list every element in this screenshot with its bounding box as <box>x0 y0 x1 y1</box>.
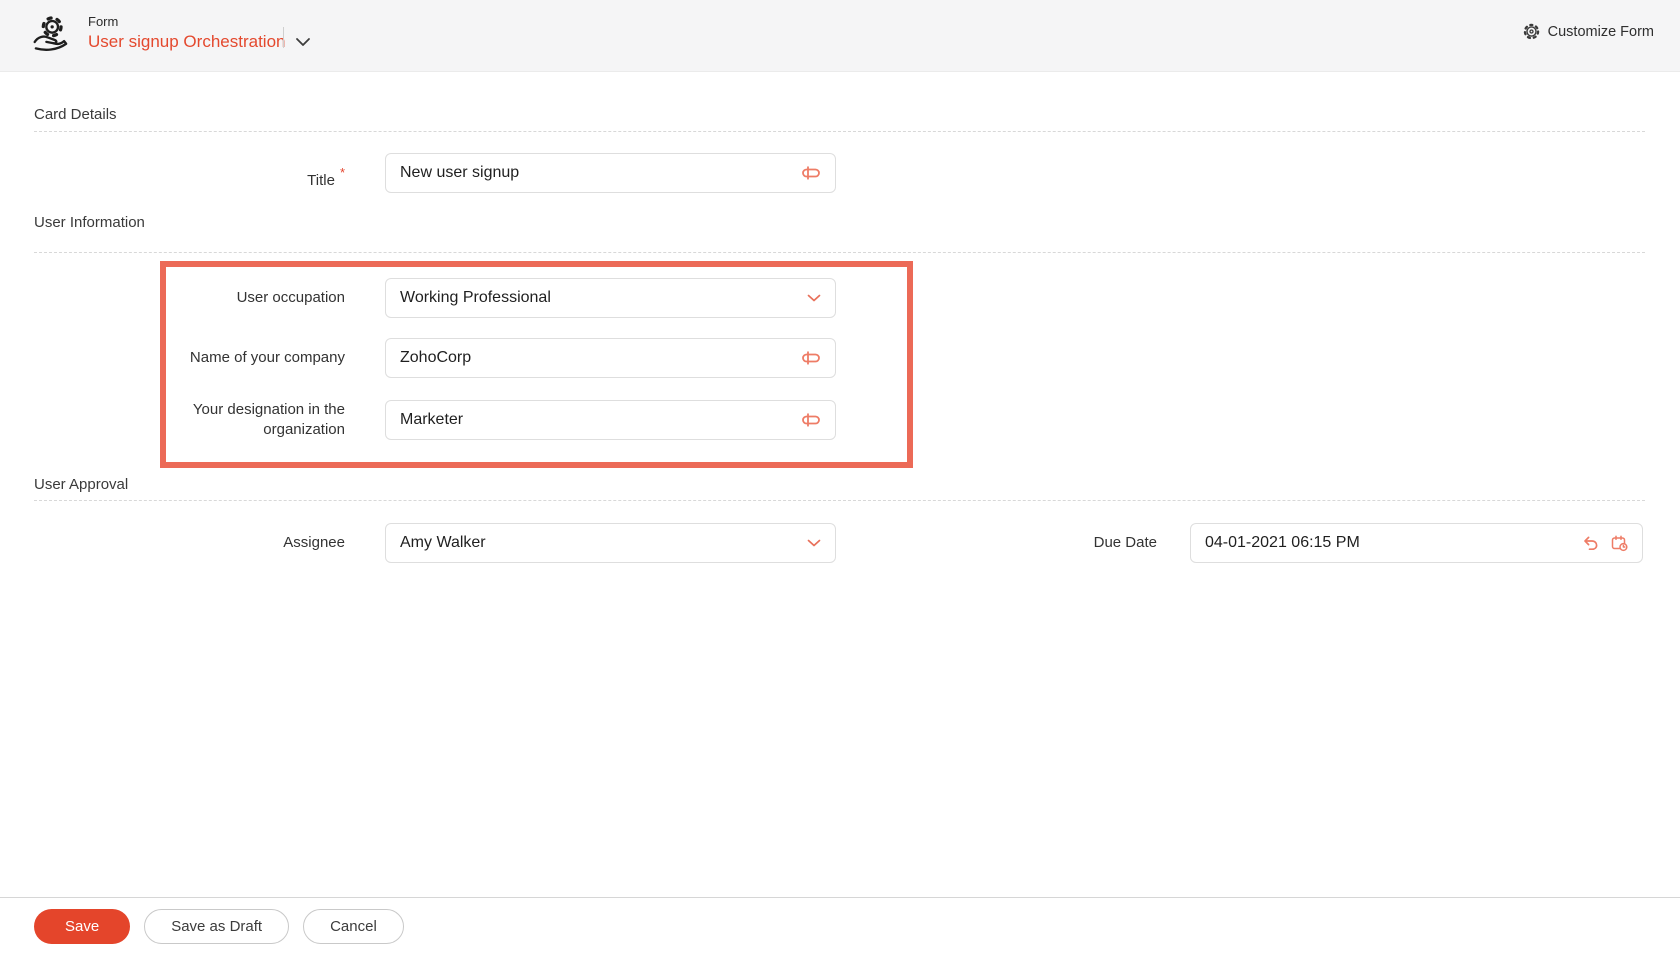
section-heading-user-approval: User Approval <box>34 476 128 493</box>
company-input[interactable]: ZohoCorp <box>385 338 836 378</box>
form-switcher-chevron-down-icon[interactable] <box>295 34 311 44</box>
field-tag-icon[interactable] <box>801 166 821 180</box>
cancel-button[interactable]: Cancel <box>303 909 404 944</box>
designation-value: Marketer <box>400 411 791 429</box>
occupation-select[interactable]: Working Professional <box>385 278 836 318</box>
header-titles: Form User signup Orchestration <box>88 13 285 53</box>
form-page: Form User signup Orchestration Customize… <box>0 0 1680 964</box>
gear-icon <box>1523 23 1540 40</box>
chevron-down-icon[interactable] <box>807 294 821 302</box>
section-heading-user-information: User Information <box>34 214 145 231</box>
due-date-value: 04-01-2021 06:15 PM <box>1205 534 1573 552</box>
field-tag-icon[interactable] <box>801 351 821 365</box>
header-bar: Form User signup Orchestration Customize… <box>0 0 1680 72</box>
footer-actions: Save Save as Draft Cancel <box>34 909 404 944</box>
due-date-input[interactable]: 04-01-2021 06:15 PM <box>1190 523 1643 563</box>
undo-icon[interactable] <box>1581 535 1599 551</box>
designation-field-label: Your designation in the organization <box>165 400 345 440</box>
section-divider <box>34 252 1645 253</box>
section-divider <box>34 500 1645 501</box>
due-date-field-label: Due Date <box>977 533 1157 553</box>
section-heading-card-details: Card Details <box>34 106 117 123</box>
required-asterisk: * <box>340 165 345 180</box>
save-as-draft-button[interactable]: Save as Draft <box>144 909 289 944</box>
customize-form-button[interactable]: Customize Form <box>1523 23 1654 40</box>
save-button[interactable]: Save <box>34 909 130 944</box>
occupation-field-label: User occupation <box>165 288 345 308</box>
title-field-label: Title* <box>165 163 345 191</box>
title-value: New user signup <box>400 164 791 182</box>
orchestration-logo-icon <box>30 14 72 56</box>
app-label: Form <box>88 13 285 30</box>
assignee-field-label: Assignee <box>165 533 345 553</box>
title-input[interactable]: New user signup <box>385 153 836 193</box>
footer-divider <box>0 897 1680 898</box>
section-divider <box>34 131 1645 132</box>
header-divider <box>283 27 284 48</box>
occupation-value: Working Professional <box>400 289 797 307</box>
field-tag-icon[interactable] <box>801 413 821 427</box>
assignee-value: Amy Walker <box>400 534 797 552</box>
form-title: User signup Orchestration <box>88 30 285 53</box>
customize-form-label: Customize Form <box>1548 24 1654 40</box>
assignee-select[interactable]: Amy Walker <box>385 523 836 563</box>
designation-input[interactable]: Marketer <box>385 400 836 440</box>
company-field-label: Name of your company <box>165 348 345 368</box>
chevron-down-icon[interactable] <box>807 539 821 547</box>
calendar-clock-icon[interactable] <box>1611 535 1628 552</box>
company-value: ZohoCorp <box>400 349 791 367</box>
